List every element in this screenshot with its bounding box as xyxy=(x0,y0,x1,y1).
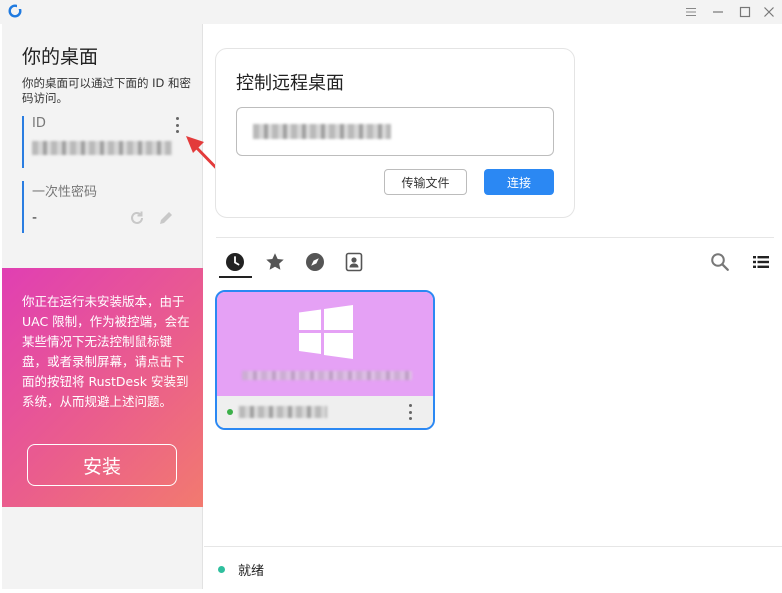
install-promo-text: 你正在运行未安装版本，由于 UAC 限制，作为被控端，会在某些情况下无法控制鼠标… xyxy=(22,294,190,409)
transfer-file-button[interactable]: 传输文件 xyxy=(384,169,467,195)
connect-card: 控制远程桌面 传输文件 连接 xyxy=(215,48,575,218)
install-button[interactable]: 安装 xyxy=(27,444,177,486)
active-tab-indicator xyxy=(219,276,252,278)
close-button[interactable] xyxy=(761,4,777,20)
list-view-icon[interactable] xyxy=(753,255,769,269)
status-text: 就绪 xyxy=(238,564,265,579)
tab-recent[interactable] xyxy=(223,250,247,274)
connect-title: 控制远程桌面 xyxy=(236,73,344,94)
minimize-button[interactable] xyxy=(710,4,726,20)
id-label: ID xyxy=(32,116,46,131)
status-bar: 就绪 xyxy=(204,546,782,589)
edit-icon[interactable] xyxy=(157,209,175,227)
install-promo: 你正在运行未安装版本，由于 UAC 限制，作为被控端，会在某些情况下无法控制鼠标… xyxy=(2,268,203,507)
section-divider xyxy=(216,237,774,238)
tab-discovered[interactable] xyxy=(303,250,327,274)
peer-menu-icon[interactable] xyxy=(406,404,414,420)
status-indicator xyxy=(218,566,225,573)
title-bar xyxy=(0,0,782,24)
peer-footer xyxy=(217,396,433,428)
peer-preview xyxy=(217,292,433,396)
menu-icon[interactable] xyxy=(683,4,699,20)
sidebar-title: 你的桌面 xyxy=(22,46,99,68)
maximize-button[interactable] xyxy=(737,4,753,20)
compass-icon xyxy=(306,253,324,271)
app-logo-icon xyxy=(8,4,22,18)
clock-icon xyxy=(226,253,244,271)
id-field: ID xyxy=(22,116,187,168)
password-label: 一次性密码 xyxy=(32,185,98,200)
id-value[interactable] xyxy=(32,141,187,159)
tab-favorites[interactable] xyxy=(263,250,287,274)
tab-address-book[interactable] xyxy=(342,250,366,274)
star-icon xyxy=(266,253,284,270)
sidebar-description: 你的桌面可以通过下面的 ID 和密码访问。 xyxy=(22,76,192,105)
remote-id-input[interactable] xyxy=(236,107,554,156)
address-book-icon xyxy=(345,252,363,272)
search-icon[interactable] xyxy=(710,252,730,272)
online-status-dot xyxy=(227,409,233,415)
peer-card[interactable] xyxy=(215,290,435,430)
refresh-icon[interactable] xyxy=(129,210,145,226)
connect-button[interactable]: 连接 xyxy=(484,169,554,195)
windows-icon xyxy=(299,305,353,359)
